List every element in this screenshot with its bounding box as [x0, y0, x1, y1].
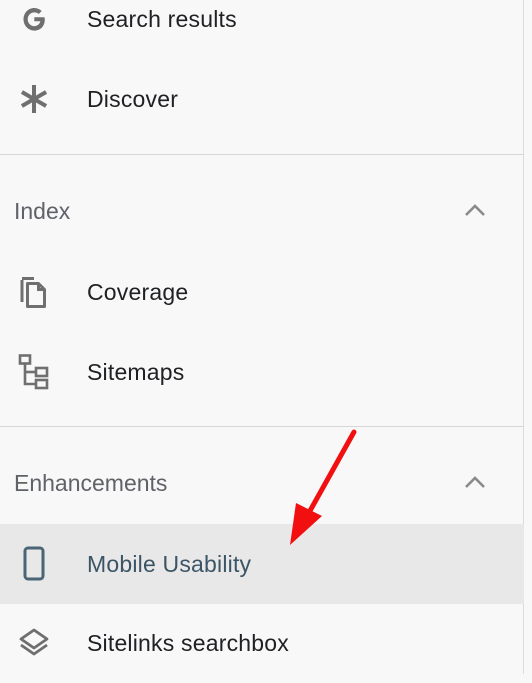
section-divider [0, 154, 524, 155]
section-header-enhancements[interactable]: Enhancements [0, 455, 524, 511]
section-header-index[interactable]: Index [0, 183, 524, 239]
nav-item-discover[interactable]: Discover [0, 59, 524, 139]
smartphone-icon [14, 544, 54, 584]
nav-item-sitelinks-searchbox[interactable]: Sitelinks searchbox [0, 603, 524, 683]
google-g-icon [14, 0, 54, 39]
nav-item-label: Coverage [87, 278, 189, 305]
nav-item-coverage[interactable]: Coverage [0, 252, 524, 332]
sitemap-tree-icon [14, 352, 54, 392]
section-divider [0, 426, 524, 427]
copy-pages-icon [14, 272, 54, 312]
nav-item-sitemaps[interactable]: Sitemaps [0, 332, 524, 412]
nav-item-label: Mobile Usability [87, 550, 252, 577]
section-title: Index [14, 197, 71, 224]
nav-item-search-results[interactable]: Search results [0, 0, 524, 59]
layers-icon [14, 623, 54, 663]
chevron-up-icon[interactable] [461, 469, 489, 497]
sidebar-nav: Search results Discover Index Coverage S… [0, 0, 524, 674]
section-title: Enhancements [14, 469, 168, 496]
nav-item-label: Sitelinks searchbox [87, 629, 289, 656]
nav-item-mobile-usability[interactable]: Mobile Usability [0, 524, 524, 604]
nav-item-label: Sitemaps [87, 358, 185, 385]
asterisk-icon [14, 79, 54, 119]
chevron-up-icon[interactable] [461, 197, 489, 225]
nav-item-label: Discover [87, 85, 179, 112]
nav-item-label: Search results [87, 5, 237, 32]
